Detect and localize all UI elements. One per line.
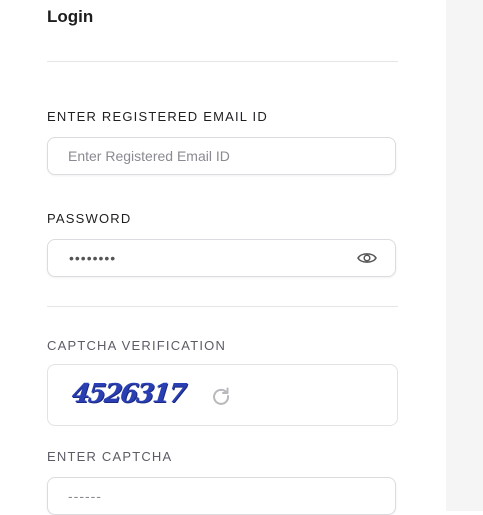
captcha-section-label: CAPTCHA VERIFICATION xyxy=(47,338,227,353)
password-masked-value: •••••••• xyxy=(69,250,117,266)
title-divider xyxy=(47,61,398,62)
email-label: ENTER REGISTERED EMAIL ID xyxy=(47,109,268,124)
captcha-image: 4526317 xyxy=(70,379,187,409)
email-field-container xyxy=(47,137,396,175)
captcha-input-label: ENTER CAPTCHA xyxy=(47,449,173,464)
password-label: PASSWORD xyxy=(47,211,132,226)
email-field[interactable] xyxy=(48,148,348,164)
eye-icon[interactable] xyxy=(357,251,377,265)
captcha-input-placeholder: ------ xyxy=(68,488,102,504)
password-divider xyxy=(47,306,398,307)
refresh-icon[interactable] xyxy=(211,386,231,406)
right-side-panel xyxy=(446,0,483,511)
password-field[interactable]: •••••••• xyxy=(47,239,396,277)
page-title: Login xyxy=(47,7,94,26)
captcha-input[interactable]: ------ xyxy=(47,477,396,515)
captcha-panel: 4526317 xyxy=(47,364,398,426)
